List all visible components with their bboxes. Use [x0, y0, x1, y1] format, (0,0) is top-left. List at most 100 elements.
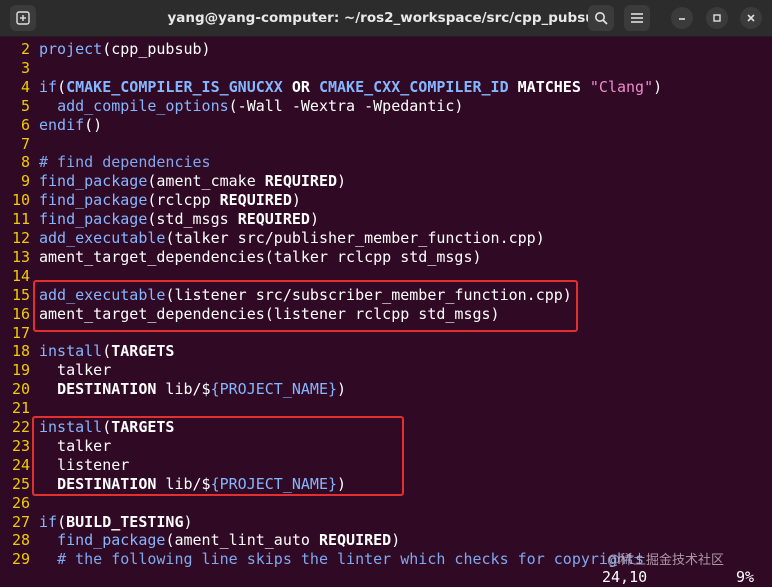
- code-token: OR: [291, 77, 310, 96]
- code-token: (std_msgs: [147, 210, 238, 229]
- code-line[interactable]: 8 # find dependencies: [0, 153, 772, 172]
- search-button[interactable]: [588, 5, 614, 31]
- code-text: add_executable(talker src/publisher_memb…: [39, 229, 545, 248]
- search-icon: [595, 12, 608, 25]
- line-number: 14: [11, 266, 30, 285]
- code-token: lib/$: [156, 380, 211, 399]
- code-token: REQUIRED: [219, 191, 292, 210]
- code-token: # find dependencies: [39, 153, 211, 172]
- line-number: 5: [20, 96, 30, 115]
- code-token: (: [102, 342, 112, 361]
- line-number: 26: [11, 493, 30, 512]
- code-line[interactable]: 6 endif(): [0, 116, 772, 135]
- maximize-button[interactable]: [706, 7, 728, 29]
- code-token: install: [39, 342, 103, 361]
- code-token: ament_target_dependencies(talker rclcpp …: [39, 247, 482, 266]
- code-token: add_compile_options: [57, 96, 229, 115]
- watermark: @稀土掘金技术社区: [607, 553, 725, 568]
- code-token: find_package: [39, 191, 148, 210]
- line-number: 25: [11, 474, 30, 493]
- code-line[interactable]: 10 find_package(rclcpp REQUIRED): [0, 191, 772, 210]
- code-text: install(TARGETS: [39, 342, 174, 361]
- code-line[interactable]: 18 install(TARGETS: [0, 342, 772, 361]
- line-number: 20: [11, 380, 30, 399]
- code-line[interactable]: 27 if(BUILD_TESTING): [0, 513, 772, 532]
- code-token: "Clang": [589, 77, 654, 96]
- code-line[interactable]: 3: [0, 59, 772, 78]
- line-number: 29: [11, 550, 30, 569]
- window-title: yang@yang-computer: ~/ros2_workspace/src…: [167, 10, 605, 26]
- line-number: 2: [20, 40, 30, 58]
- code-text: find_package(ament_cmake REQUIRED): [39, 172, 346, 191]
- title-bar: yang@yang-computer: ~/ros2_workspace/src…: [0, 0, 772, 37]
- line-number: 6: [20, 115, 30, 134]
- code-token: DESTINATION: [57, 380, 157, 399]
- code-line[interactable]: 4 if(CMAKE_COMPILER_IS_GNUCXX OR CMAKE_CX…: [0, 78, 772, 97]
- code-line[interactable]: 2 project(cpp_pubsub): [0, 40, 772, 59]
- minimize-icon: [679, 18, 685, 20]
- code-line[interactable]: 11 find_package(std_msgs REQUIRED): [0, 210, 772, 229]
- code-line[interactable]: 5 add_compile_options(-Wall -Wextra -Wpe…: [0, 97, 772, 116]
- code-token: if: [39, 512, 58, 531]
- line-number: 15: [11, 285, 30, 304]
- code-line[interactable]: 26: [0, 494, 772, 513]
- line-number: 13: [11, 247, 30, 266]
- terminal-window: yang@yang-computer: ~/ros2_workspace/src…: [0, 0, 772, 587]
- line-number: 23: [11, 436, 30, 455]
- code-line[interactable]: 19 talker: [0, 361, 772, 380]
- close-button[interactable]: [740, 7, 762, 29]
- code-line[interactable]: 12 add_executable(talker src/publisher_me…: [0, 229, 772, 248]
- highlight-box-install-targets: [32, 416, 404, 496]
- code-token: (): [84, 115, 103, 134]
- code-text: if(CMAKE_COMPILER_IS_GNUCXX OR CMAKE_CXX…: [39, 78, 662, 97]
- code-line[interactable]: 9 find_package(ament_cmake REQUIRED): [0, 172, 772, 191]
- code-line[interactable]: 7: [0, 135, 772, 154]
- code-text: talker: [39, 361, 111, 380]
- menu-button[interactable]: [624, 5, 650, 31]
- code-line[interactable]: 13 ament_target_dependencies(talker rclcp…: [0, 248, 772, 267]
- code-token: project: [39, 40, 103, 58]
- code-token: CMAKE_COMPILER_IS_GNUCXX: [66, 77, 283, 96]
- line-number: 21: [11, 399, 30, 418]
- code-token: endif: [39, 115, 85, 134]
- code-token: (talker src/publisher_member_function.cp…: [165, 229, 545, 247]
- highlight-box-listener-executable: [33, 280, 578, 332]
- code-text: ament_target_dependencies(talker rclcpp …: [39, 248, 482, 267]
- code-token: (: [57, 512, 67, 531]
- code-text: add_compile_options(-Wall -Wextra -Wpeda…: [39, 97, 463, 116]
- code-line[interactable]: 20 DESTINATION lib/${PROJECT_NAME}): [0, 380, 772, 399]
- code-token: REQUIRED: [264, 172, 338, 191]
- code-token: if: [39, 77, 58, 96]
- code-token: BUILD_TESTING: [66, 512, 184, 531]
- code-token: ): [337, 172, 347, 191]
- line-number: 8: [20, 153, 30, 172]
- line-number: 24: [11, 455, 30, 474]
- minimize-button[interactable]: [671, 7, 693, 29]
- code-token: find_package: [57, 531, 166, 550]
- code-text: if(BUILD_TESTING): [39, 513, 193, 532]
- code-line[interactable]: 28 find_package(ament_lint_auto REQUIRED…: [0, 531, 772, 550]
- code-token: REQUIRED: [318, 531, 392, 550]
- line-number: 22: [11, 418, 30, 436]
- code-token: find_package: [39, 172, 148, 191]
- code-token: (ament_lint_auto: [165, 531, 319, 550]
- code-text: find_package(ament_lint_auto REQUIRED): [39, 531, 400, 550]
- code-token: REQUIRED: [237, 210, 310, 229]
- line-number: 18: [11, 342, 30, 361]
- code-token: # the following line skips the linter wh…: [57, 550, 645, 569]
- code-token: MATCHES: [517, 77, 581, 96]
- code-token: TARGETS: [111, 342, 175, 361]
- code-token: {PROJECT_NAME}: [210, 380, 338, 399]
- code-text: # find dependencies: [39, 153, 211, 172]
- line-number: 9: [20, 172, 30, 191]
- code-token: ): [183, 512, 193, 531]
- scroll-percent: 9%: [736, 568, 755, 586]
- line-number: 4: [20, 77, 30, 96]
- hamburger-menu-icon: [631, 13, 643, 23]
- line-number: 10: [11, 191, 30, 210]
- code-text: find_package(std_msgs REQUIRED): [39, 210, 319, 229]
